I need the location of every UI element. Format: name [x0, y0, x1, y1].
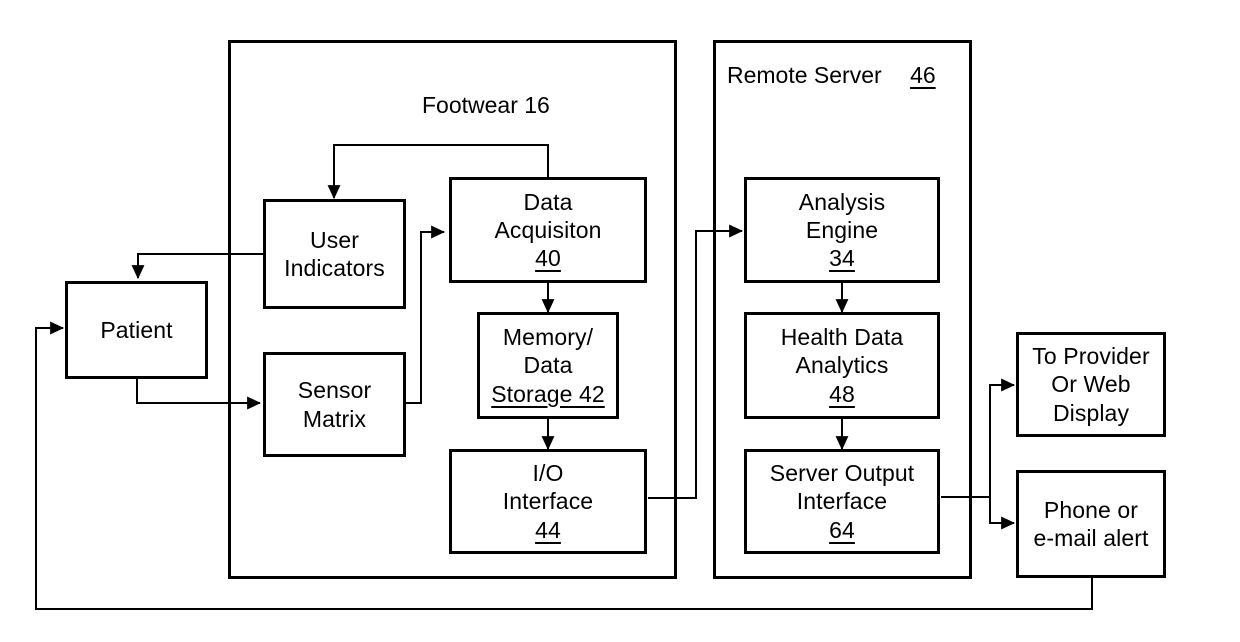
connector-patient-to-sensor-matrix [136, 378, 262, 410]
block-sensor-matrix[interactable]: Sensor Matrix [263, 352, 406, 457]
block-data-acquisition-line-1: Data [523, 188, 573, 215]
block-io-interface[interactable]: I/O Interface 44 [449, 449, 647, 554]
block-phone-alert-line-2: e-mail alert [1033, 525, 1149, 551]
connector-sensor-matrix-to-data-acquisition [406, 225, 446, 404]
block-memory-line-3: Storage 42 [491, 380, 605, 407]
block-patient[interactable]: Patient [65, 281, 208, 379]
group-label-remote-server: Remote Server 46 [727, 62, 936, 89]
block-analysis-engine-line-2: Engine [805, 216, 879, 243]
group-label-remote-server-ref: 46 [910, 62, 936, 88]
block-phone-email-alert[interactable]: Phone or e-mail alert [1016, 470, 1166, 578]
connector-io-interface-to-analysis-engine [648, 224, 744, 499]
block-server-output-ref: 64 [829, 516, 855, 543]
block-provider-display-line-1: To Provider [1032, 343, 1150, 370]
block-io-interface-line-2: Interface [502, 488, 594, 515]
group-label-footwear: Footwear 16 [422, 92, 550, 119]
block-user-indicators-line-1: User [310, 226, 359, 253]
block-data-acquisition-ref: 40 [535, 245, 561, 272]
block-phone-alert-line-1: Phone or [1043, 496, 1139, 523]
block-analysis-engine-ref: 34 [829, 245, 855, 272]
block-sensor-matrix-line-1: Sensor [297, 377, 372, 404]
diagram-canvas: Footwear 16 Remote Server 46 Patient Use… [0, 0, 1240, 642]
block-data-acquisition[interactable]: Data Acquisiton 40 [449, 177, 647, 283]
block-health-data-analytics[interactable]: Health Data Analytics 48 [744, 312, 940, 419]
block-io-interface-line-1: I/O [532, 460, 564, 487]
block-provider-web-display[interactable]: To Provider Or Web Display [1016, 332, 1166, 437]
block-health-analytics-ref: 48 [829, 380, 855, 407]
block-io-interface-ref: 44 [535, 516, 561, 543]
group-label-footwear-text: Footwear 16 [422, 92, 550, 118]
group-label-remote-server-text: Remote Server [727, 62, 882, 88]
connector-server-output-to-phone-alert [941, 496, 1016, 530]
block-user-indicators[interactable]: User Indicators [263, 199, 406, 309]
block-server-output-line-1: Server Output [769, 460, 915, 487]
block-server-output-interface[interactable]: Server Output Interface 64 [744, 449, 940, 554]
block-health-analytics-line-1: Health Data [780, 324, 904, 351]
block-provider-display-line-3: Display [1052, 399, 1130, 426]
block-sensor-matrix-line-2: Matrix [302, 405, 367, 432]
block-user-indicators-line-2: Indicators [284, 255, 385, 281]
block-health-analytics-line-2: Analytics [795, 352, 889, 379]
block-analysis-engine-line-1: Analysis [798, 188, 886, 215]
block-memory-line-2: Data [523, 352, 573, 379]
connector-server-output-to-provider-display [941, 378, 1016, 498]
block-analysis-engine[interactable]: Analysis Engine 34 [744, 177, 940, 283]
block-memory-data-storage[interactable]: Memory/ Data Storage 42 [477, 312, 619, 419]
block-patient-line-1: Patient [100, 316, 173, 343]
connector-user-indicators-to-patient [131, 253, 264, 280]
block-provider-display-line-2: Or Web [1051, 371, 1131, 398]
block-server-output-line-2: Interface [796, 488, 888, 515]
block-memory-line-1: Memory/ [502, 324, 594, 351]
block-data-acquisition-line-2: Acquisiton [494, 216, 602, 243]
